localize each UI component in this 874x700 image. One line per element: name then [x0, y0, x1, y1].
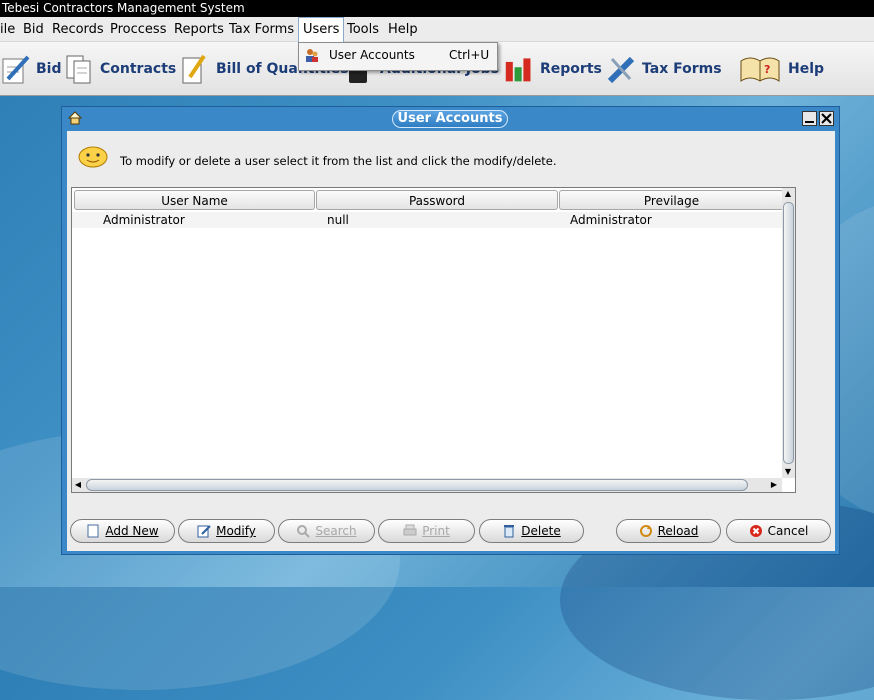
tools-icon: [606, 52, 636, 86]
menu-item-user-accounts-label: User Accounts: [329, 48, 415, 62]
column-header-previlage[interactable]: Previlage: [559, 190, 784, 210]
search-button[interactable]: Search: [278, 519, 375, 543]
new-document-icon: [87, 524, 99, 538]
toolbar-bid-button[interactable]: Bid: [0, 50, 62, 88]
reload-button[interactable]: Reload: [616, 519, 721, 543]
smiley-icon: [77, 145, 109, 174]
column-header-user-name[interactable]: User Name: [74, 190, 315, 210]
menu-tax-forms[interactable]: Tax Forms: [225, 17, 298, 42]
window-title-bar[interactable]: User Accounts: [62, 107, 839, 131]
documents-icon: [64, 52, 94, 86]
print-button[interactable]: Print: [378, 519, 475, 543]
vertical-scroll-thumb[interactable]: [783, 202, 794, 464]
reload-icon: [639, 525, 652, 537]
menu-users[interactable]: Users: [298, 17, 345, 42]
scroll-left-arrow-icon[interactable]: ◀: [72, 479, 84, 491]
window-body: To modify or delete a user select it fro…: [67, 131, 835, 551]
toolbar-contracts-label: Contracts: [100, 61, 177, 77]
toolbar-reports-label: Reports: [540, 61, 602, 77]
toolbar-bid-label: Bid: [36, 61, 62, 77]
add-new-button[interactable]: Add New: [70, 519, 175, 543]
users-table[interactable]: User Name Password Previlage Administrat…: [71, 187, 796, 493]
scroll-right-arrow-icon[interactable]: ▶: [768, 479, 780, 491]
users-icon: [305, 48, 319, 65]
horizontal-scrollbar[interactable]: ◀ ▶: [72, 478, 782, 492]
trash-icon: [504, 525, 515, 538]
toolbar-reports-button[interactable]: Reports: [504, 50, 602, 88]
menu-bid[interactable]: Bid: [19, 17, 48, 42]
horizontal-scroll-thumb[interactable]: [86, 479, 748, 491]
bar-chart-icon: [504, 52, 534, 86]
menu-help[interactable]: Help: [384, 17, 422, 42]
table-row[interactable]: Administrator null Administrator: [72, 212, 782, 228]
column-header-password[interactable]: Password: [316, 190, 558, 210]
users-dropdown-menu: User Accounts Ctrl+U: [298, 42, 498, 71]
scroll-up-arrow-icon[interactable]: ▲: [782, 188, 794, 200]
menu-item-user-accounts-shortcut: Ctrl+U: [449, 48, 490, 62]
window-title: User Accounts: [392, 110, 508, 128]
menu-item-user-accounts[interactable]: User Accounts Ctrl+U: [301, 45, 493, 67]
menu-bar: ile Bid Records Proccess Reports Tax For…: [0, 17, 874, 42]
cell-previlage: Administrator: [570, 213, 652, 227]
minimize-icon: [805, 121, 814, 123]
svg-text:?: ?: [764, 63, 770, 76]
menu-records[interactable]: Records: [48, 17, 108, 42]
toolbar-help-label: Help: [788, 61, 825, 77]
cell-password: null: [327, 213, 349, 227]
app-title-bar: Tebesi Contractors Management System: [0, 0, 874, 17]
instruction-text: To modify or delete a user select it fro…: [120, 154, 557, 168]
toolbar-tax-forms-button[interactable]: Tax Forms: [606, 50, 722, 88]
book-icon: ?: [738, 52, 782, 86]
cancel-button[interactable]: Cancel: [726, 519, 831, 543]
close-icon: [821, 113, 832, 124]
pen-paper-icon: [0, 52, 30, 86]
delete-button[interactable]: Delete: [479, 519, 584, 543]
edit-icon: [197, 525, 211, 538]
home-icon: [67, 111, 83, 128]
minimize-button[interactable]: [802, 111, 817, 126]
vertical-scrollbar[interactable]: ▲ ▼: [782, 188, 795, 478]
app-title: Tebesi Contractors Management System: [2, 1, 245, 15]
toolbar-contracts-button[interactable]: Contracts: [64, 50, 176, 88]
menu-file[interactable]: ile: [0, 17, 19, 42]
cell-user-name: Administrator: [103, 213, 185, 227]
menu-proccess[interactable]: Proccess: [106, 17, 170, 42]
search-icon: [297, 525, 311, 538]
pencil-paper-icon: [180, 52, 210, 86]
menu-reports[interactable]: Reports: [170, 17, 228, 42]
printer-icon: [403, 524, 417, 536]
toolbar-help-button[interactable]: ? Help: [738, 50, 824, 88]
toolbar-tax-forms-label: Tax Forms: [642, 61, 722, 77]
user-accounts-window: User Accounts To modify or delete a user…: [61, 106, 840, 555]
modify-button[interactable]: Modify: [178, 519, 275, 543]
menu-tools[interactable]: Tools: [343, 17, 383, 42]
close-button[interactable]: [819, 111, 834, 126]
cancel-icon: [749, 525, 762, 537]
scroll-down-arrow-icon[interactable]: ▼: [782, 466, 794, 478]
